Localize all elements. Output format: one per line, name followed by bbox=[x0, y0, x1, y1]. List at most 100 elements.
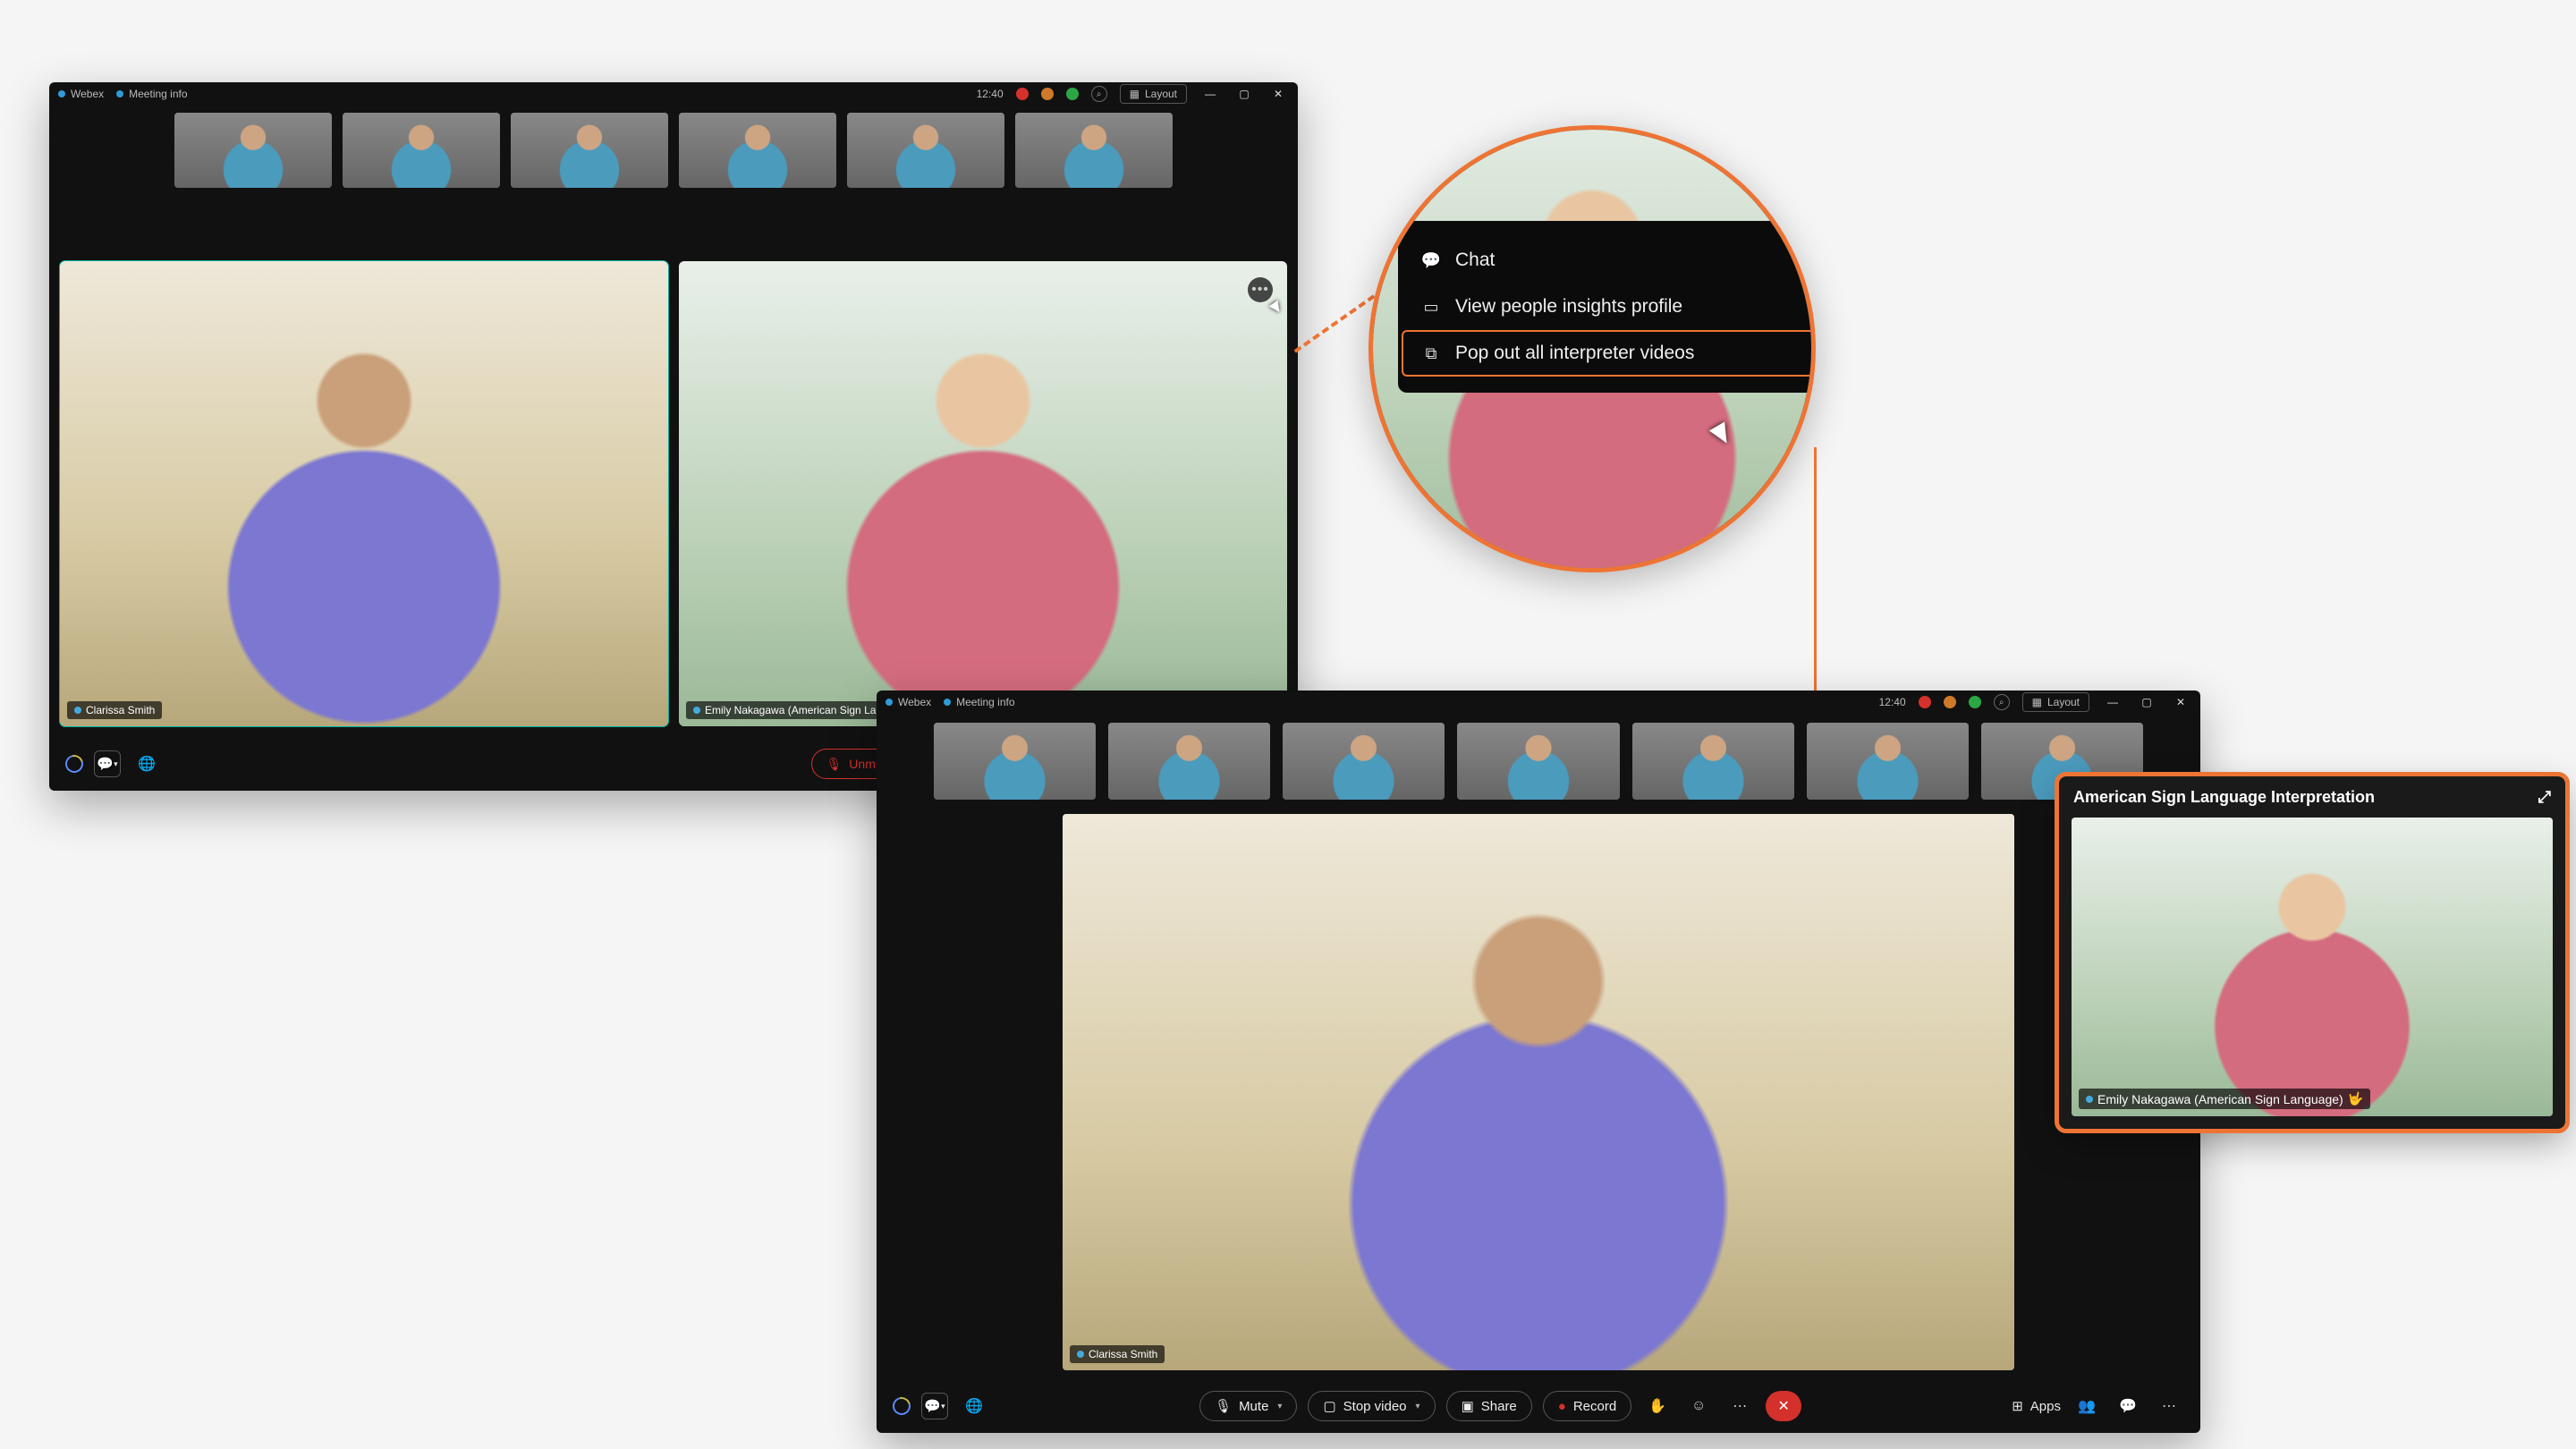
video-tile-clarissa[interactable]: Clarissa Smith bbox=[60, 261, 668, 726]
raise-hand-button[interactable]: ✋ bbox=[1642, 1391, 1673, 1421]
cursor-icon bbox=[1269, 301, 1284, 316]
popout-title: American Sign Language Interpretation bbox=[2073, 788, 2375, 807]
mic-icon bbox=[2086, 1096, 2093, 1103]
name-label-emily: Emily Nakagawa (American Sign Language) … bbox=[2079, 1089, 2370, 1109]
more-options-button-zoom[interactable]: ● ● ● bbox=[1747, 167, 1781, 201]
globe-icon[interactable]: 🌐 bbox=[131, 749, 162, 779]
window-close[interactable]: ✕ bbox=[1267, 86, 1289, 102]
panel-chat-button[interactable]: 💬 bbox=[2113, 1391, 2143, 1421]
clock: 12:40 bbox=[1879, 696, 1906, 708]
interpreter-icon: 🤟 bbox=[2348, 1091, 2363, 1106]
panel-more-button[interactable]: ⋯ bbox=[2154, 1391, 2184, 1421]
end-meeting-button[interactable]: ✕ bbox=[1766, 1391, 1801, 1421]
stop-video-button[interactable]: ▢ Stop video ▾ bbox=[1308, 1391, 1435, 1421]
info-icon bbox=[116, 90, 123, 97]
menu-item-popout-interpreter[interactable]: ⧉ Pop out all interpreter videos bbox=[1402, 330, 1816, 377]
thumb-participant-4[interactable] bbox=[1457, 723, 1619, 800]
apps-button[interactable]: ⊞ Apps bbox=[2012, 1398, 2061, 1414]
participant-filmstrip bbox=[877, 714, 2200, 809]
app-brand: Webex bbox=[58, 88, 104, 100]
layout-grid-icon: ▦ bbox=[1130, 88, 1140, 100]
meeting-info[interactable]: Meeting info bbox=[116, 88, 187, 100]
thumb-participant-1[interactable] bbox=[934, 723, 1096, 800]
mic-icon bbox=[74, 707, 81, 714]
meeting-info-label: Meeting info bbox=[129, 88, 187, 100]
thumb-participant-5[interactable] bbox=[847, 113, 1004, 188]
webex-window-after: Webex Meeting info 12:40 ⌕ ▦ Layout — ▢ … bbox=[877, 691, 2200, 1433]
mic-off-icon: 🎙 bbox=[826, 757, 843, 772]
title-bar: Webex Meeting info 12:40 ⌕ ▦ Layout — ▢ … bbox=[877, 691, 2200, 714]
layout-button[interactable]: ▦ Layout bbox=[1120, 84, 1187, 104]
app-name: Webex bbox=[898, 696, 931, 708]
chat-button[interactable]: 💬▾ bbox=[94, 750, 121, 777]
layout-button[interactable]: ▦ Layout bbox=[2022, 692, 2089, 712]
thumb-participant-3[interactable] bbox=[1283, 723, 1445, 800]
meeting-toolbar: 💬▾ 🌐 🎙 Mute ▾ ▢ Stop video ▾ ▣ Share ● R… bbox=[877, 1379, 2200, 1433]
thumb-participant-1[interactable] bbox=[174, 113, 332, 188]
clock: 12:40 bbox=[977, 88, 1004, 100]
window-close[interactable]: ✕ bbox=[2170, 694, 2191, 710]
window-minimize[interactable]: — bbox=[1199, 86, 1221, 102]
thumb-participant-6[interactable] bbox=[1015, 113, 1173, 188]
popout-title-bar: American Sign Language Interpretation ⤢ bbox=[2059, 776, 2565, 818]
search-icon[interactable]: ⌕ bbox=[1091, 86, 1107, 102]
mute-button[interactable]: 🎙 Mute ▾ bbox=[1199, 1391, 1297, 1421]
chat-button[interactable]: 💬▾ bbox=[921, 1393, 948, 1419]
record-icon: ● bbox=[1558, 1399, 1566, 1414]
window-maximize[interactable]: ▢ bbox=[2136, 694, 2157, 710]
name-label-clarissa: Clarissa Smith bbox=[1070, 1345, 1165, 1363]
apps-icon: ⊞ bbox=[2012, 1398, 2023, 1414]
video-tile-emily[interactable]: ••• Emily Nakagawa (American Sign Langua… bbox=[679, 261, 1287, 726]
ai-assistant-icon[interactable] bbox=[889, 1394, 913, 1418]
main-video-grid: Clarissa Smith ••• Emily Nakagawa (Ameri… bbox=[49, 195, 1298, 737]
status-dot-red bbox=[1016, 88, 1029, 100]
chevron-down-icon[interactable]: ▾ bbox=[1277, 1402, 1282, 1411]
thumb-participant-2[interactable] bbox=[1108, 723, 1270, 800]
meeting-info-label: Meeting info bbox=[956, 696, 1014, 708]
webex-icon bbox=[58, 90, 65, 97]
mic-icon: 🎙 bbox=[1215, 1398, 1232, 1414]
chevron-down-icon[interactable]: ▾ bbox=[1416, 1402, 1420, 1411]
layout-label: Layout bbox=[1145, 88, 1177, 100]
participants-button[interactable]: 👥 bbox=[2072, 1391, 2102, 1421]
thumb-participant-4[interactable] bbox=[679, 113, 836, 188]
mic-icon bbox=[693, 707, 700, 714]
globe-icon[interactable]: 🌐 bbox=[959, 1391, 989, 1421]
thumb-participant-6[interactable] bbox=[1807, 723, 1969, 800]
menu-item-insights[interactable]: ▭ View people insights profile bbox=[1398, 284, 1816, 330]
window-minimize[interactable]: — bbox=[2102, 694, 2123, 710]
context-menu: 💬 Chat ▭ View people insights profile ⧉ … bbox=[1398, 221, 1816, 393]
title-bar: Webex Meeting info 12:40 ⌕ ▦ Layout — ▢ … bbox=[49, 82, 1298, 106]
search-icon[interactable]: ⌕ bbox=[1994, 694, 2010, 710]
more-options-button[interactable]: ••• bbox=[1248, 277, 1273, 302]
more-button[interactable]: ⋯ bbox=[1724, 1391, 1755, 1421]
name-label-clarissa: Clarissa Smith bbox=[67, 701, 162, 719]
status-dot-red bbox=[1919, 696, 1931, 708]
record-button[interactable]: ● Record bbox=[1543, 1391, 1631, 1421]
share-icon: ▣ bbox=[1462, 1398, 1474, 1414]
expand-icon[interactable]: ⤢ bbox=[2538, 788, 2551, 807]
interpreter-popout-window: American Sign Language Interpretation ⤢ … bbox=[2059, 776, 2565, 1129]
ai-assistant-icon[interactable] bbox=[62, 751, 86, 775]
menu-item-chat[interactable]: 💬 Chat bbox=[1398, 237, 1816, 284]
meeting-info[interactable]: Meeting info bbox=[944, 696, 1014, 708]
connector-dashed bbox=[1294, 294, 1376, 352]
app-name: Webex bbox=[71, 88, 104, 100]
thumb-participant-3[interactable] bbox=[511, 113, 668, 188]
layout-label: Layout bbox=[2047, 696, 2080, 708]
status-dot-orange bbox=[1944, 696, 1956, 708]
status-dot-green bbox=[1066, 88, 1079, 100]
share-button[interactable]: ▣ Share bbox=[1446, 1391, 1532, 1421]
status-dot-orange bbox=[1041, 88, 1054, 100]
video-tile-emily-popout[interactable]: Emily Nakagawa (American Sign Language) … bbox=[2072, 818, 2553, 1116]
popout-icon: ⧉ bbox=[1421, 343, 1441, 363]
app-brand: Webex bbox=[886, 696, 931, 708]
window-maximize[interactable]: ▢ bbox=[1233, 86, 1255, 102]
video-tile-clarissa-main[interactable]: Clarissa Smith bbox=[1063, 814, 2014, 1370]
thumb-participant-2[interactable] bbox=[343, 113, 500, 188]
info-icon bbox=[944, 699, 951, 706]
reactions-button[interactable]: ☺ bbox=[1683, 1391, 1714, 1421]
webex-icon bbox=[886, 699, 893, 706]
thumb-participant-5[interactable] bbox=[1632, 723, 1794, 800]
camera-icon: ▢ bbox=[1323, 1398, 1335, 1414]
